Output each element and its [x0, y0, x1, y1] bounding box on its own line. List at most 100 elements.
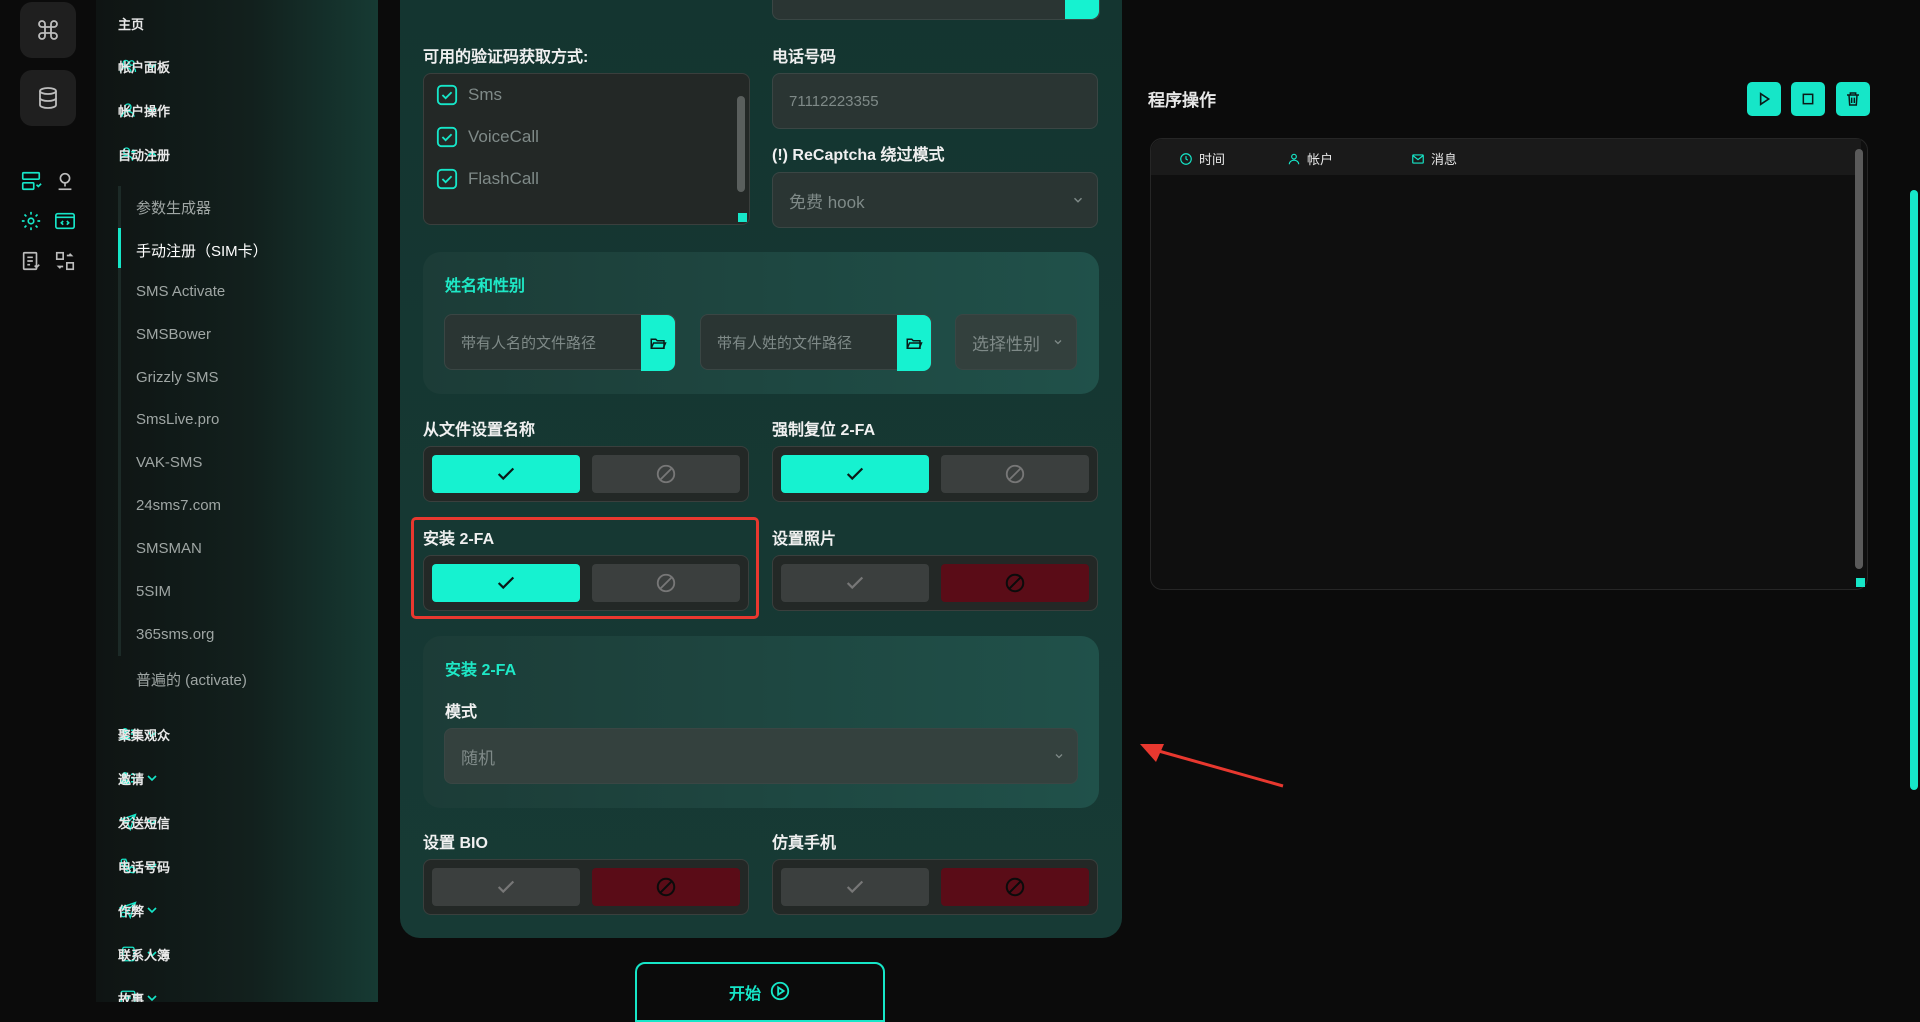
twofa-panel-title: 安装 2-FA: [445, 662, 517, 679]
sidebar-section-account-panel[interactable]: 帐户面板: [118, 54, 366, 78]
phone-input[interactable]: 71112223355: [772, 73, 1098, 129]
ban-icon: [1005, 877, 1025, 897]
set-bio-no-button[interactable]: [592, 868, 740, 906]
server-icon[interactable]: [18, 168, 44, 194]
sidebar-sub-item[interactable]: 365sms.org: [136, 626, 214, 643]
sidebar-sub-item[interactable]: SmsLive.pro: [136, 411, 219, 428]
sidebar-section-label: 邀请: [118, 771, 145, 787]
sidebar-section-story[interactable]: 故事: [118, 986, 366, 1002]
icon-rail: [0, 0, 96, 1002]
ban-icon: [1005, 573, 1025, 593]
sidebar-section-label: 帐户操作: [118, 103, 171, 119]
code-window-icon[interactable]: [52, 208, 78, 234]
name-gender-panel: 姓名和性别 带有人名的文件路径 带有人姓的文件路径 选择性别: [423, 252, 1099, 394]
phone-label: 电话号码: [772, 49, 837, 66]
sidebar-section-send-sms[interactable]: 发送短信: [118, 810, 366, 834]
sidebar-sub-item[interactable]: 24sms7.com: [136, 497, 221, 514]
settings-icon[interactable]: [18, 208, 44, 234]
checkbox-checked-icon: [436, 168, 458, 190]
emulate-phone-no-button[interactable]: [941, 868, 1089, 906]
log-scrollbar[interactable]: [1855, 149, 1863, 569]
command-icon-button[interactable]: [20, 2, 76, 58]
sidebar-section-gather[interactable]: 聚集观众: [118, 722, 366, 746]
resize-handle-icon[interactable]: [738, 213, 747, 222]
page-scrollbar[interactable]: [1910, 190, 1918, 790]
sidebar-sub-item[interactable]: SMSBower: [136, 326, 211, 343]
verify-option-sms[interactable]: Sms: [436, 84, 502, 106]
top-partial-input[interactable]: [772, 0, 1100, 20]
set-name-no-button[interactable]: [592, 455, 740, 493]
start-button[interactable]: 开始: [635, 962, 885, 1022]
set-photo-yes-button[interactable]: [781, 564, 929, 602]
play-button[interactable]: [1747, 82, 1781, 116]
sidebar-sub-item[interactable]: 普遍的 (activate): [136, 669, 247, 690]
stop-icon: [1802, 93, 1814, 105]
ban-icon: [656, 573, 676, 593]
name-gender-title: 姓名和性别: [445, 278, 526, 295]
sidebar-sub-item[interactable]: SMSMAN: [136, 540, 202, 557]
last-name-placeholder: 带有人姓的文件路径: [717, 334, 853, 352]
set-name-yes-button[interactable]: [432, 455, 580, 493]
install-2fa-yes-button[interactable]: [432, 564, 580, 602]
column-label: 帐户: [1307, 152, 1334, 167]
browse-last-name-button[interactable]: [897, 315, 931, 371]
gender-placeholder: 选择性别: [972, 334, 1040, 354]
stop-button[interactable]: [1791, 82, 1825, 116]
sidebar-section-account-actions[interactable]: 帐户操作: [118, 98, 366, 122]
sidebar-sub-item[interactable]: SMS Activate: [136, 283, 225, 300]
verify-option-voicecall[interactable]: VoiceCall: [436, 126, 539, 148]
checklist-icon[interactable]: [18, 248, 44, 274]
mode-select[interactable]: 随机: [444, 728, 1078, 784]
sidebar-home[interactable]: 主页: [118, 14, 144, 33]
verify-option-label: VoiceCall: [468, 127, 539, 146]
folder-open-icon: [906, 338, 923, 349]
grid-swap-icon[interactable]: [52, 248, 78, 274]
sidebar-sub-item[interactable]: Grizzly SMS: [136, 369, 219, 386]
gender-select[interactable]: 选择性别: [955, 314, 1077, 370]
sidebar-section-contacts[interactable]: 联系人簿: [118, 942, 366, 966]
database-icon-button[interactable]: [20, 70, 76, 126]
location-icon[interactable]: [52, 168, 78, 194]
list-scrollbar[interactable]: [737, 96, 745, 192]
resize-handle-icon[interactable]: [1856, 578, 1865, 587]
twofa-settings-panel: 安装 2-FA 模式 随机: [423, 636, 1099, 808]
set-bio-yes-button[interactable]: [432, 868, 580, 906]
set-name-label: 从文件设置名称: [423, 422, 536, 439]
clock-icon: [1180, 152, 1192, 165]
sidebar-section-label: 作弊: [118, 903, 145, 919]
browse-first-name-button[interactable]: [641, 315, 675, 371]
verify-option-flashcall[interactable]: FlashCall: [436, 168, 539, 190]
verify-methods-label: 可用的验证码获取方式:: [423, 49, 589, 66]
install-2fa-no-button[interactable]: [592, 564, 740, 602]
sidebar-sub-item[interactable]: 5SIM: [136, 583, 171, 600]
sidebar-section-invite[interactable]: 邀请: [118, 766, 366, 790]
recaptcha-value: 免费 hook: [789, 192, 865, 212]
chevron-down-icon: [147, 907, 157, 914]
check-icon: [497, 576, 515, 590]
sidebar-sub-item[interactable]: VAK-SMS: [136, 454, 202, 471]
reset-2fa-toggle: [772, 446, 1098, 502]
recaptcha-select[interactable]: 免费 hook: [772, 172, 1098, 228]
emulate-phone-yes-button[interactable]: [781, 868, 929, 906]
first-name-path-input[interactable]: 带有人名的文件路径: [444, 314, 676, 371]
chevron-down-icon: [1055, 754, 1063, 759]
reset-2fa-no-button[interactable]: [941, 455, 1089, 493]
sidebar-section-cheat[interactable]: 作弊: [118, 898, 366, 922]
sidebar-section-label: 自动注册: [118, 147, 171, 163]
verify-option-label: FlashCall: [468, 169, 539, 188]
set-name-toggle: [423, 446, 749, 502]
sidebar-section-label: 发送短信: [118, 815, 171, 831]
reset-2fa-yes-button[interactable]: [781, 455, 929, 493]
install-2fa-toggle: [423, 555, 749, 611]
set-photo-no-button[interactable]: [941, 564, 1089, 602]
sidebar-section-phone[interactable]: 电话号码: [118, 854, 366, 878]
sidebar-section-auto-register[interactable]: 自动注册: [118, 142, 366, 166]
chevron-down-icon: [147, 775, 157, 782]
last-name-path-input[interactable]: 带有人姓的文件路径: [700, 314, 932, 371]
delete-button[interactable]: [1836, 82, 1870, 116]
install-2fa-label: 安装 2-FA: [423, 531, 495, 548]
chevron-down-icon: [1073, 197, 1083, 203]
check-icon: [846, 576, 864, 590]
sidebar-sub-item-active[interactable]: 手动注册（SIM卡）: [136, 240, 268, 261]
sidebar-sub-item[interactable]: 参数生成器: [136, 197, 211, 218]
